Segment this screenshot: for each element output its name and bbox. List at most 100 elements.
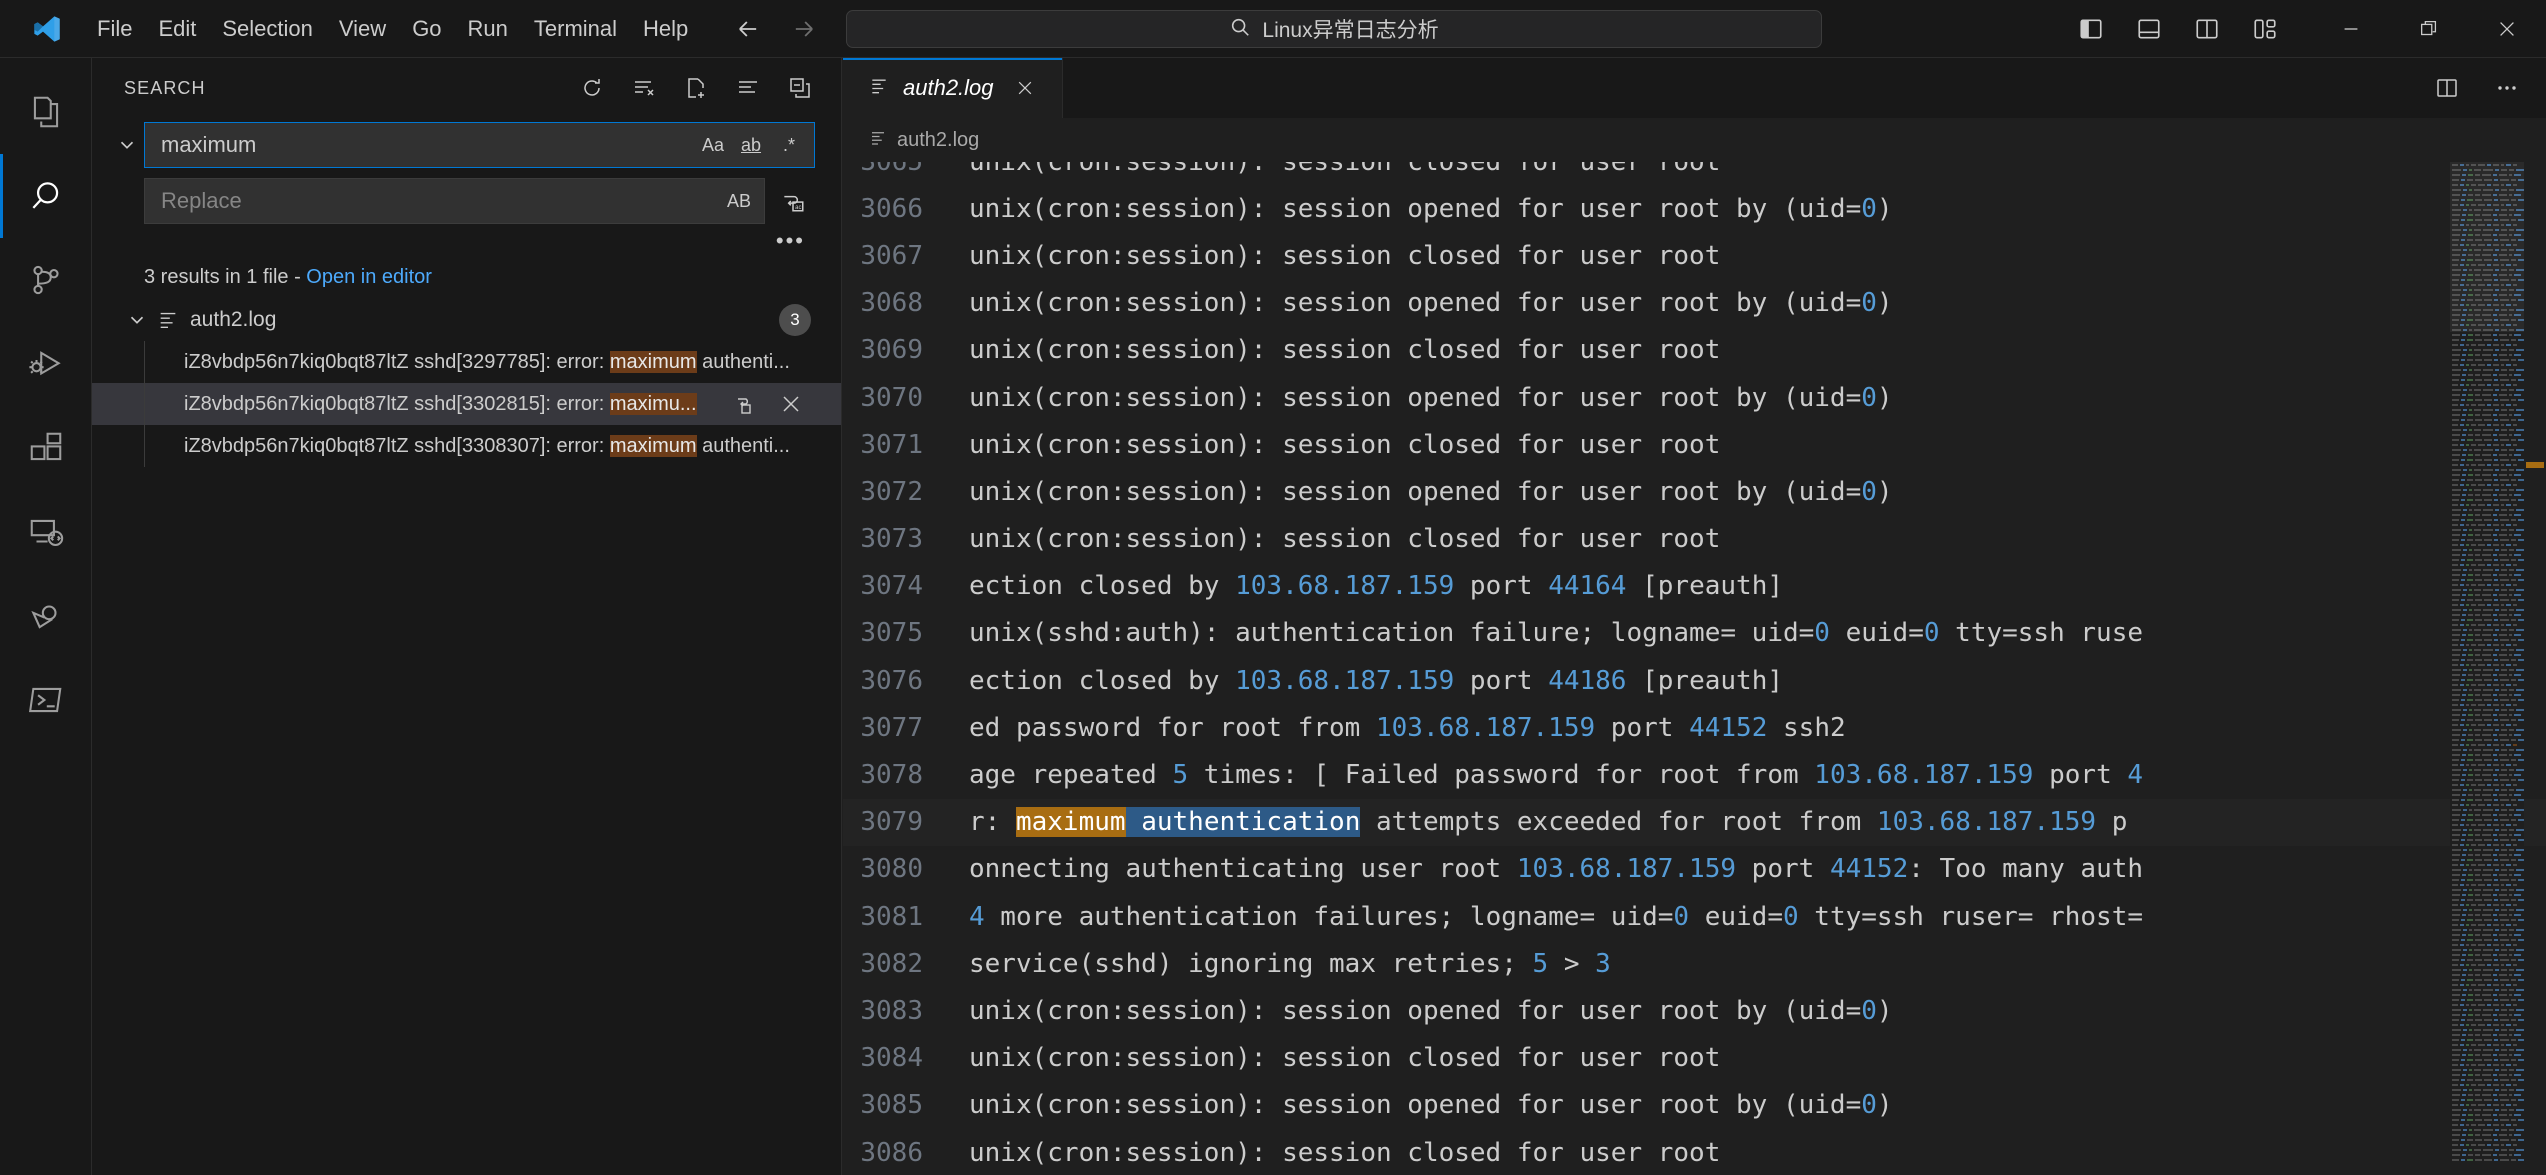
search-match-row[interactable]: iZ8vbdp56n7kiq0bqt87ltZ sshd[3297785]: e… bbox=[92, 341, 841, 383]
code-line[interactable]: 3065unix(cron:session): session closed f… bbox=[843, 162, 2546, 185]
use-regex-toggle[interactable]: .* bbox=[772, 128, 806, 162]
panel-right-icon[interactable] bbox=[2190, 12, 2224, 46]
search-result-file-row[interactable]: auth2.log 3 bbox=[92, 299, 841, 341]
replace-input[interactable]: Replace AB bbox=[144, 178, 765, 224]
toggle-replace-chevron-icon[interactable] bbox=[110, 123, 144, 167]
code-editor-content[interactable]: 3065unix(cron:session): session closed f… bbox=[843, 162, 2546, 1175]
line-number: 3074 bbox=[860, 571, 923, 602]
sidebar-item-search[interactable] bbox=[0, 154, 92, 238]
text-token: ) bbox=[1876, 995, 1893, 1026]
sidebar-item-run-and-debug[interactable] bbox=[0, 322, 92, 406]
code-line[interactable]: 3070 unix(cron:session): session opened f… bbox=[843, 374, 2546, 421]
code-line[interactable]: 3085 unix(cron:session): session opened f… bbox=[843, 1082, 2546, 1129]
code-line[interactable]: 3072 unix(cron:session): session opened f… bbox=[843, 468, 2546, 515]
menu-go[interactable]: Go bbox=[399, 10, 454, 48]
code-line[interactable]: 3076 ection closed by 103.68.187.159 port… bbox=[843, 657, 2546, 704]
toggle-search-details-icon[interactable]: ••• bbox=[770, 228, 811, 254]
new-file-icon[interactable] bbox=[681, 73, 711, 103]
text-token: port bbox=[1454, 665, 1549, 696]
code-line[interactable]: 3086 unix(cron:session): session closed f… bbox=[843, 1129, 2546, 1175]
sidebar-item-extensions[interactable] bbox=[0, 406, 92, 490]
minimap-slider[interactable] bbox=[2450, 162, 2524, 332]
code-line[interactable]: 3079 r: maximum authentication attempts e… bbox=[843, 798, 2546, 846]
search-match-row[interactable]: iZ8vbdp56n7kiq0bqt87ltZ sshd[3302815]: e… bbox=[92, 383, 841, 425]
code-line[interactable]: 3083 unix(cron:session): session opened f… bbox=[843, 987, 2546, 1034]
code-line[interactable]: 3068 unix(cron:session): session opened f… bbox=[843, 280, 2546, 327]
split-editor-icon[interactable] bbox=[2430, 71, 2464, 105]
refresh-icon[interactable] bbox=[577, 73, 607, 103]
code-line[interactable]: 3069 unix(cron:session): session closed f… bbox=[843, 327, 2546, 374]
menu-edit[interactable]: Edit bbox=[145, 10, 209, 48]
search-match-highlight: maximum bbox=[609, 434, 697, 457]
line-number: 3079 bbox=[860, 807, 923, 838]
close-icon[interactable] bbox=[1008, 71, 1042, 105]
menu-view[interactable]: View bbox=[326, 10, 399, 48]
replace-all-icon[interactable]: ac bbox=[771, 179, 815, 223]
menu-terminal[interactable]: Terminal bbox=[521, 10, 630, 48]
sidebar-item-explorer[interactable] bbox=[0, 70, 92, 154]
search-icon bbox=[1229, 16, 1251, 43]
preserve-case-toggle[interactable]: AB bbox=[722, 184, 756, 218]
menu-run[interactable]: Run bbox=[455, 10, 521, 48]
open-in-editor-link[interactable]: Open in editor bbox=[306, 266, 432, 288]
code-line[interactable]: 3075 unix(sshd:auth): authentication fail… bbox=[843, 610, 2546, 657]
ellipsis-icon[interactable] bbox=[2490, 71, 2524, 105]
text-token: unix(cron:session): session closed for u… bbox=[969, 1137, 1721, 1168]
code-line[interactable]: 3074 ection closed by 103.68.187.159 port… bbox=[843, 563, 2546, 610]
back-arrow-icon[interactable] bbox=[733, 14, 763, 44]
restore-icon[interactable] bbox=[2390, 0, 2468, 58]
code-line[interactable]: 3080 onnecting authenticating user root 1… bbox=[843, 846, 2546, 893]
list-flat-icon[interactable] bbox=[733, 73, 763, 103]
code-line[interactable]: 3066 unix(cron:session): session opened f… bbox=[843, 185, 2546, 232]
code-line[interactable]: 3073 unix(cron:session): session closed f… bbox=[843, 516, 2546, 563]
close-icon[interactable] bbox=[2468, 0, 2546, 58]
number-token: 103.68.187.159 bbox=[1235, 665, 1455, 696]
match-case-toggle[interactable]: Aa bbox=[696, 128, 730, 162]
code-line[interactable]: 3084 unix(cron:session): session closed f… bbox=[843, 1035, 2546, 1082]
replace-match-button[interactable] bbox=[731, 390, 759, 418]
search-input[interactable]: maximum Aa ab .* bbox=[144, 122, 815, 168]
minimize-icon[interactable] bbox=[2312, 0, 2390, 58]
chevron-down-icon[interactable] bbox=[122, 309, 152, 331]
sidebar-item-source-control[interactable] bbox=[0, 238, 92, 322]
editor-tab-bar: auth2.log bbox=[843, 58, 2546, 118]
sidebar-item-remote-explorer[interactable] bbox=[0, 490, 92, 574]
search-match-row[interactable]: iZ8vbdp56n7kiq0bqt87ltZ sshd[3308307]: e… bbox=[92, 425, 841, 467]
code-line[interactable]: 3067 unix(cron:session): session closed f… bbox=[843, 232, 2546, 279]
collapse-all-icon[interactable] bbox=[785, 73, 815, 103]
line-number: 3080 bbox=[860, 854, 923, 885]
dismiss-match-button[interactable] bbox=[777, 390, 805, 418]
text-token: unix(cron:session): session opened for u… bbox=[969, 1090, 1862, 1121]
text-token: unix(cron:session): session opened for u… bbox=[969, 382, 1862, 413]
text-token: ed password for root from bbox=[969, 712, 1376, 743]
line-number: 3075 bbox=[860, 618, 923, 649]
menu-bar: File Edit Selection View Go Run Terminal… bbox=[84, 10, 701, 48]
code-line[interactable]: 3078 age repeated 5 times: [ Failed passw… bbox=[843, 751, 2546, 798]
line-number: 3084 bbox=[860, 1043, 923, 1074]
code-line[interactable]: 3081 4 more authentication failures; logn… bbox=[843, 893, 2546, 940]
svg-text:ac: ac bbox=[795, 205, 801, 211]
line-number: 3086 bbox=[860, 1137, 923, 1168]
command-center[interactable]: Linux异常日志分析 bbox=[846, 10, 1822, 48]
menu-file[interactable]: File bbox=[84, 10, 145, 48]
text-token: ection closed by bbox=[969, 571, 1236, 602]
menu-help[interactable]: Help bbox=[630, 10, 701, 48]
match-whole-word-toggle[interactable]: ab bbox=[734, 128, 768, 162]
code-line[interactable]: 3077 ed password for root from 103.68.187… bbox=[843, 704, 2546, 751]
layout-grid-icon[interactable] bbox=[2248, 12, 2282, 46]
text-token: tty=ssh ruser= rhost= bbox=[1798, 901, 2144, 932]
breadcrumb-item-auth2-log[interactable]: auth2.log bbox=[897, 129, 979, 152]
text-token: [preauth] bbox=[1626, 665, 1784, 696]
menu-selection[interactable]: Selection bbox=[209, 10, 326, 48]
editor-vertical-scrollbar[interactable] bbox=[2524, 162, 2546, 1175]
clear-all-icon[interactable] bbox=[629, 73, 659, 103]
tab-auth2-log[interactable]: auth2.log bbox=[843, 58, 1063, 118]
forward-arrow-icon[interactable] bbox=[789, 14, 819, 44]
navigation-arrows bbox=[733, 14, 819, 44]
sidebar-item-testing[interactable] bbox=[0, 574, 92, 658]
panel-bottom-icon[interactable] bbox=[2132, 12, 2166, 46]
code-line[interactable]: 3071 unix(cron:session): session closed f… bbox=[843, 421, 2546, 468]
sidebar-item-terminal[interactable] bbox=[0, 658, 92, 742]
panel-left-icon[interactable] bbox=[2074, 12, 2108, 46]
code-line[interactable]: 3082 service(sshd) ignoring max retries; … bbox=[843, 940, 2546, 987]
